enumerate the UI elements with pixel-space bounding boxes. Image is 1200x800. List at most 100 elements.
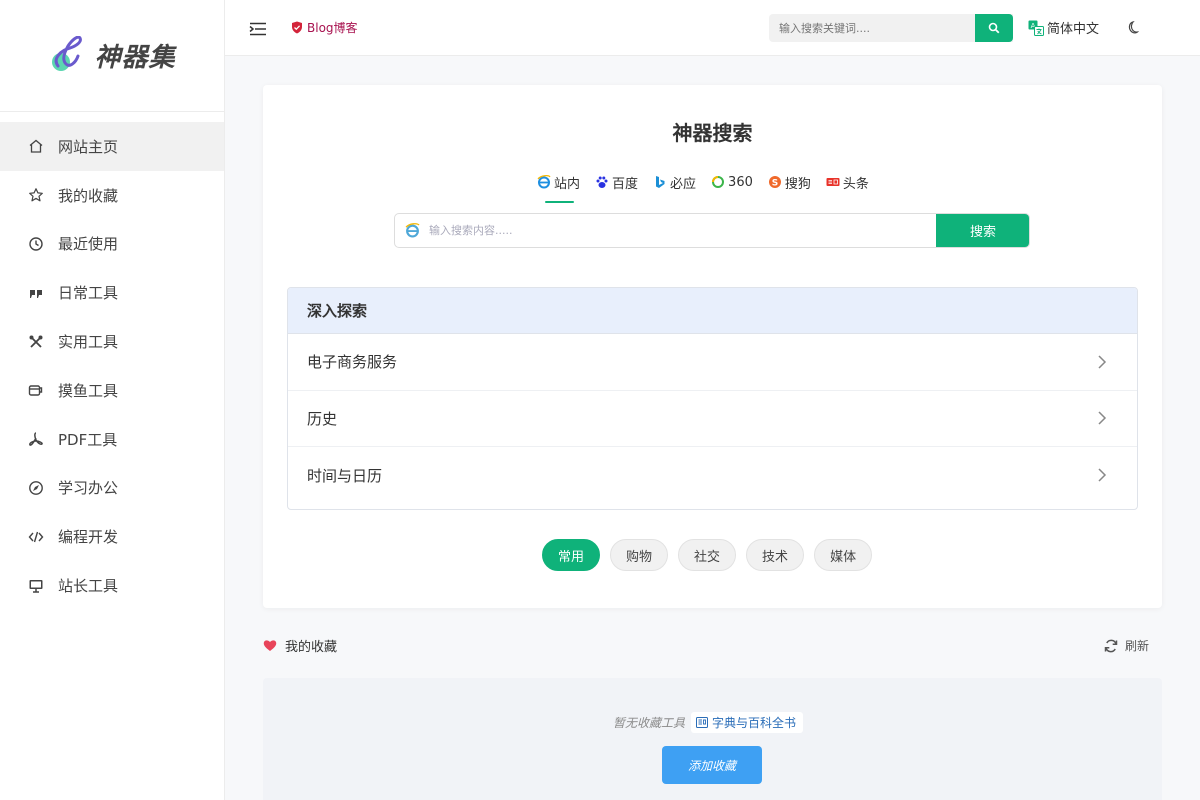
tab-engine-360[interactable]: 360	[711, 172, 753, 192]
explore-panel: 深入探索 电子商务服务 历史 时间与日历	[287, 287, 1138, 510]
chevron-right-icon	[1098, 355, 1107, 369]
favorites-suggest-label: 字典与百科全书	[712, 716, 797, 730]
tab-engine-site[interactable]: 站内	[537, 172, 581, 203]
sidebar-item-label: 摸鱼工具	[58, 381, 119, 400]
top-header: Blog博客 A 简体中文	[225, 0, 1200, 56]
sidebar-item-label: PDF工具	[58, 430, 118, 449]
tag-tech[interactable]: 技术	[746, 539, 805, 571]
explore-panel-title: 深入探索	[288, 288, 1137, 334]
language-label: 简体中文	[1047, 22, 1100, 37]
engine-label: 必应	[670, 176, 697, 192]
tag-social[interactable]: 社交	[678, 539, 737, 571]
favorites-suggest-chip[interactable]: 字典与百科全书	[691, 712, 804, 733]
search-card: 神器搜索 站内 百度 必应 360 S 搜狗 头条 输入搜索内容..... 搜索…	[263, 85, 1162, 608]
sidebar-item-daily-tools[interactable]: 日常工具	[0, 268, 224, 317]
toutiao-icon	[826, 178, 840, 186]
main-search-button[interactable]: 搜索	[936, 214, 1029, 247]
brand-name: 神器集	[94, 43, 176, 73]
refresh-label: 刷新	[1125, 639, 1150, 653]
tag-common[interactable]: 常用	[542, 539, 601, 571]
code-icon	[28, 529, 44, 545]
logo[interactable]: 神器集	[0, 0, 224, 112]
header-search-button[interactable]	[975, 14, 1013, 42]
sidebar-item-utility-tools[interactable]: 实用工具	[0, 317, 224, 366]
moon-icon[interactable]	[1123, 20, 1139, 36]
logo-mark-icon	[52, 35, 83, 71]
tab-engine-toutiao[interactable]: 头条	[826, 172, 869, 192]
explore-row-label: 电子商务服务	[307, 353, 398, 372]
main-search-box: 搜索	[394, 213, 1030, 248]
search-icon	[988, 22, 1000, 34]
sidebar-item-home[interactable]: 网站主页	[0, 122, 224, 171]
sidebar-item-recent[interactable]: 最近使用	[0, 220, 224, 269]
svg-text:S: S	[772, 178, 778, 188]
language-switcher[interactable]: A 简体中文	[1028, 18, 1099, 37]
sidebar-nav: 网站主页 我的收藏 最近使用 日常工具 实用工具 摸鱼工具 PDF工具 学习办公…	[0, 112, 224, 610]
blog-link-label: Blog博客	[307, 21, 358, 35]
tag-media[interactable]: 媒体	[814, 539, 873, 571]
explore-row[interactable]: 时间与日历	[288, 447, 1137, 504]
sogou-icon: S	[768, 176, 781, 188]
sidebar-item-label: 编程开发	[58, 528, 119, 547]
sidebar: 神器集 网站主页 我的收藏 最近使用 日常工具 实用工具 摸鱼工具 PDF工具 …	[0, 0, 225, 800]
shield-icon	[292, 21, 302, 34]
refresh-icon	[1104, 639, 1118, 652]
sidebar-item-webmaster-tools[interactable]: 站长工具	[0, 561, 224, 610]
compass-icon	[28, 480, 44, 496]
sidebar-item-label: 实用工具	[58, 333, 119, 352]
home-icon	[28, 138, 44, 154]
sidebar-item-label: 网站主页	[58, 137, 119, 156]
favorites-header: 我的收藏	[263, 636, 337, 655]
category-tags: 常用 购物 社交 技术 媒体	[542, 539, 873, 571]
menu-toggle-icon[interactable]	[249, 22, 267, 36]
favorites-empty-message: 暂无收藏工具 字典与百科全书	[613, 712, 804, 733]
refresh-button[interactable]: 刷新	[1104, 637, 1149, 654]
tab-engine-bing[interactable]: 必应	[653, 172, 696, 192]
explore-row[interactable]: 电子商务服务	[288, 334, 1137, 391]
explore-row[interactable]: 历史	[288, 391, 1137, 447]
page-title: 神器搜索	[672, 121, 753, 145]
add-favorite-button[interactable]: 添加收藏	[662, 746, 762, 784]
pdf-icon	[28, 431, 44, 447]
sidebar-item-pdf-tools[interactable]: PDF工具	[0, 415, 224, 464]
chevron-right-icon	[1098, 468, 1107, 482]
quote-icon	[28, 285, 44, 301]
sidebar-item-label: 学习办公	[58, 479, 119, 498]
sidebar-item-slacking-tools[interactable]: 摸鱼工具	[0, 366, 224, 415]
clock-icon	[28, 236, 44, 252]
sidebar-item-label: 最近使用	[58, 235, 119, 254]
tab-engine-sogou[interactable]: S 搜狗	[768, 172, 811, 192]
engine-label: 360	[728, 174, 753, 190]
blog-link[interactable]: Blog博客	[291, 19, 358, 36]
tools-icon	[28, 334, 44, 350]
favorites-empty-text: 暂无收藏工具	[613, 716, 686, 730]
sidebar-item-label: 站长工具	[58, 577, 119, 596]
chevron-right-icon	[1098, 411, 1107, 425]
tag-shopping[interactable]: 购物	[610, 539, 669, 571]
bing-icon	[656, 176, 665, 188]
main-search-input[interactable]	[429, 214, 936, 247]
sidebar-item-label: 我的收藏	[58, 186, 119, 205]
engine-label: 站内	[554, 176, 581, 192]
search-engine-icon	[395, 214, 429, 247]
tab-engine-baidu[interactable]: 百度	[595, 172, 638, 192]
search-engine-tabs: 站内 百度 必应 360 S 搜狗 头条	[537, 172, 884, 203]
sidebar-item-favorites[interactable]: 我的收藏	[0, 171, 224, 220]
360-icon	[712, 176, 725, 188]
engine-label: 搜狗	[784, 176, 811, 192]
favorites-panel: 暂无收藏工具 字典与百科全书 添加收藏	[263, 678, 1162, 800]
sidebar-item-label: 日常工具	[58, 284, 119, 303]
heart-icon	[263, 640, 277, 651]
baidu-paw-icon	[596, 176, 608, 188]
engine-label: 头条	[842, 176, 869, 192]
translate-icon: A	[1028, 20, 1044, 36]
favorites-title: 我的收藏	[285, 640, 338, 655]
ie-icon	[537, 175, 551, 189]
explore-row-label: 历史	[307, 409, 338, 428]
sidebar-item-study-office[interactable]: 学习办公	[0, 464, 224, 513]
monitor-icon	[28, 578, 44, 594]
sidebar-item-programming[interactable]: 编程开发	[0, 512, 224, 561]
star-icon	[28, 187, 44, 203]
explore-row-label: 时间与日历	[307, 466, 383, 485]
book-icon	[696, 717, 709, 728]
